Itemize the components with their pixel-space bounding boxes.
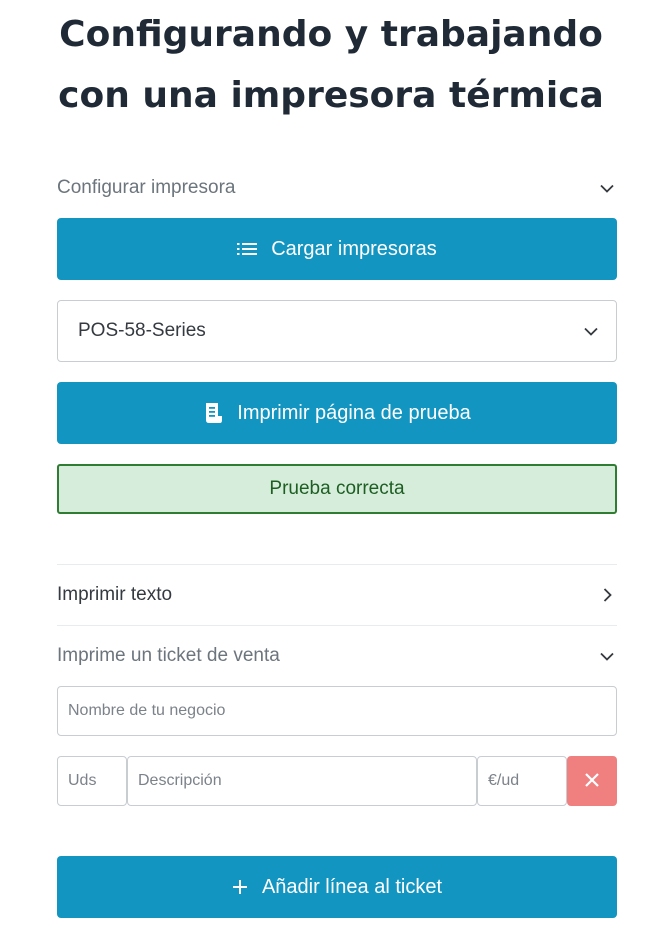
configure-printer-header[interactable]: Configurar impresora — [57, 158, 617, 218]
print-text-header[interactable]: Imprimir texto — [57, 565, 617, 625]
test-status-text: Prueba correcta — [269, 478, 405, 499]
list-icon — [237, 242, 258, 256]
page-title-line-1: Configurando y trabajando — [59, 14, 603, 55]
business-name-input[interactable] — [57, 686, 617, 736]
chevron-down-icon — [599, 648, 615, 664]
close-icon — [584, 772, 600, 791]
page-title: Configurando y trabajando con una impres… — [0, 4, 662, 126]
chevron-right-icon — [599, 587, 615, 603]
chevron-down-icon — [584, 320, 598, 342]
page-title-line-2: con una impresora térmica — [58, 75, 604, 116]
add-ticket-line-label: Añadir línea al ticket — [261, 875, 443, 898]
print-test-page-button[interactable]: Imprimir página de prueba — [57, 382, 617, 444]
sales-ticket-header-label: Imprime un ticket de venta — [57, 645, 280, 666]
load-printers-button[interactable]: Cargar impresoras — [57, 218, 617, 280]
test-status-alert: Prueba correcta — [57, 464, 617, 514]
sales-ticket-header[interactable]: Imprime un ticket de venta — [57, 626, 617, 686]
units-input[interactable] — [57, 756, 127, 806]
delete-line-button[interactable] — [567, 756, 617, 806]
chevron-down-icon — [599, 180, 615, 196]
price-input[interactable] — [477, 756, 567, 806]
configure-printer-header-label: Configurar impresora — [57, 177, 236, 198]
receipt-icon — [203, 402, 223, 424]
load-printers-label: Cargar impresoras — [271, 237, 437, 260]
printer-select-value: POS-58-Series — [78, 320, 206, 341]
add-ticket-line-button[interactable]: Añadir línea al ticket — [57, 856, 617, 918]
description-input[interactable] — [127, 756, 477, 806]
plus-icon — [232, 879, 248, 895]
printer-select[interactable]: POS-58-Series — [57, 300, 617, 362]
print-text-header-label: Imprimir texto — [57, 584, 173, 605]
print-test-page-label: Imprimir página de prueba — [237, 401, 471, 424]
